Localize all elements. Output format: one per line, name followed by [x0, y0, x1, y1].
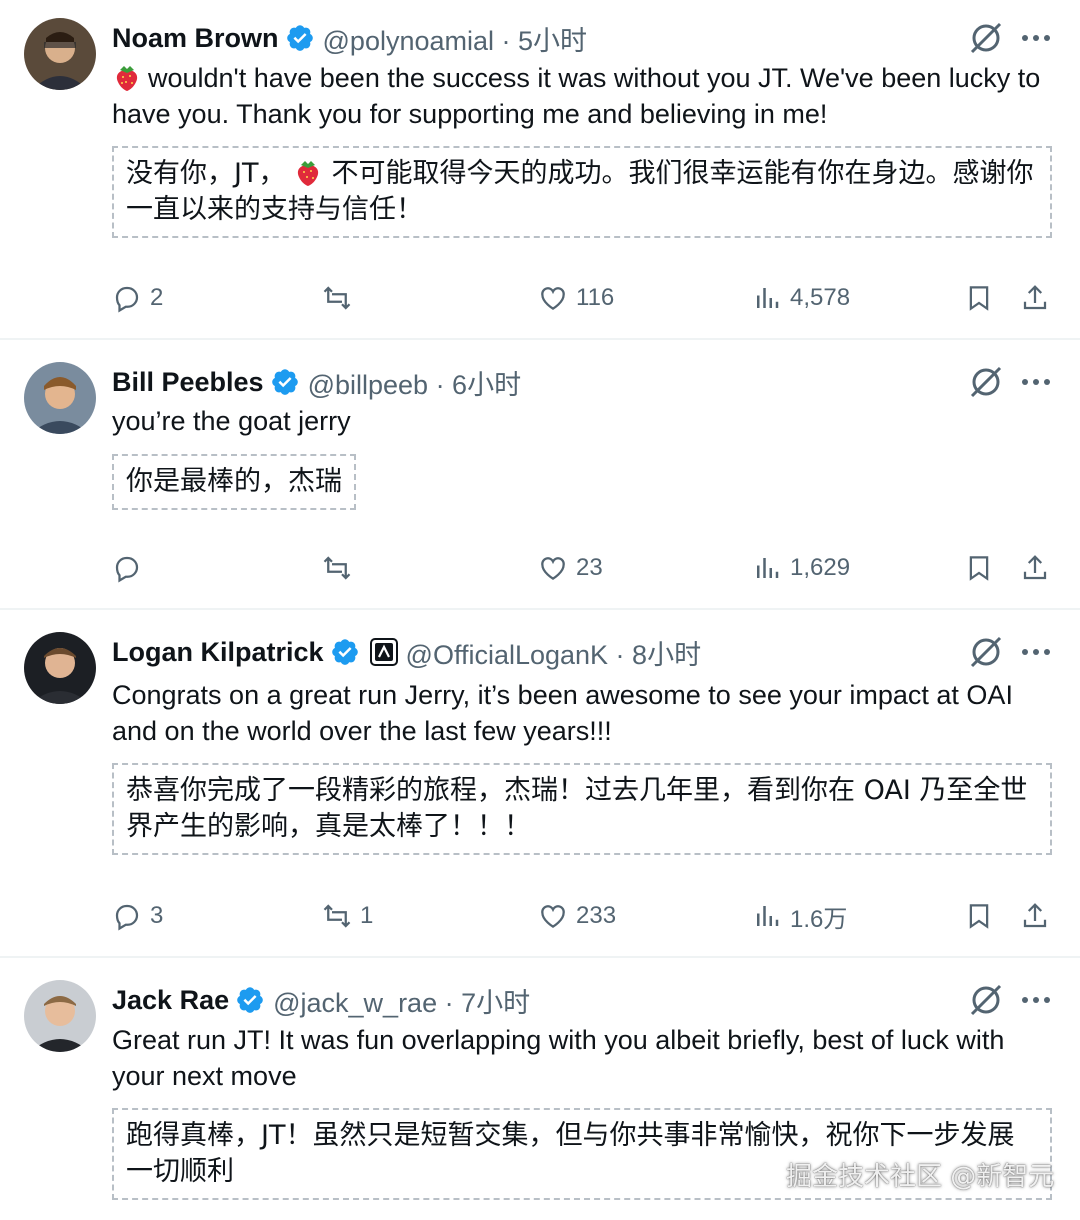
tweet-text: Great run JT! It was fun overlapping wit…	[112, 1025, 1005, 1091]
views-icon	[757, 288, 779, 308]
author-handle[interactable]: @billpeeb · 6小时	[308, 363, 522, 402]
tweet-text: you’re the goat jerry	[112, 406, 351, 436]
like-count: 116	[576, 284, 615, 311]
share-icon	[1023, 555, 1047, 580]
reply-count: 2	[150, 284, 164, 311]
tweet-text-body: wouldn't have been the success it was wi…	[112, 63, 1041, 129]
reply-button[interactable]: 3	[112, 896, 163, 936]
verified-badge-icon	[270, 367, 300, 397]
avatar[interactable]	[24, 980, 96, 1052]
more-options-icon[interactable]	[1016, 362, 1056, 402]
grok-icon[interactable]	[966, 362, 1006, 402]
views-button[interactable]: 4,578	[752, 278, 850, 318]
views-button[interactable]: 1.6万	[752, 896, 847, 936]
watermark: 掘金技术社区 @新智元	[786, 1162, 1055, 1192]
bookmark-button[interactable]	[964, 278, 994, 318]
like-button[interactable]: 23	[538, 548, 603, 588]
bookmark-icon	[969, 556, 989, 581]
share-icon	[1023, 285, 1047, 310]
view-count: 4,578	[790, 284, 851, 311]
author-handle[interactable]: @polynoamial · 5小时	[323, 19, 588, 58]
reply-count: 3	[150, 902, 164, 929]
reply-button[interactable]: 2	[112, 278, 163, 318]
verified-badge-icon	[330, 637, 360, 667]
action-bar: 2 116 4,578	[112, 278, 1056, 318]
avatar[interactable]	[24, 18, 96, 90]
translation-box: 你是最棒的，杰瑞	[112, 454, 356, 510]
bookmark-icon	[969, 904, 989, 929]
bookmark-button[interactable]	[964, 896, 994, 936]
author-name[interactable]: Jack Rae	[112, 985, 229, 1016]
translation-box: 没有你，JT， 不可能取得今天的成功。我们很幸运能有你在身边。感谢你一直以来的支持…	[112, 146, 1052, 238]
verified-badge-icon	[285, 23, 315, 53]
affiliate-badge-icon[interactable]	[369, 638, 398, 666]
divider	[0, 608, 1080, 610]
retweet-icon	[323, 286, 351, 310]
more-options-icon[interactable]	[1016, 632, 1056, 672]
avatar[interactable]	[24, 362, 96, 434]
retweet-icon	[323, 904, 351, 928]
author-handle[interactable]: @OfficialLoganK · 8小时	[406, 633, 702, 672]
verified-badge-icon	[235, 985, 265, 1015]
reply-icon	[115, 904, 139, 931]
translation-text-pre: 没有你，JT，	[126, 158, 286, 189]
strawberry-icon	[112, 62, 142, 92]
grok-icon[interactable]	[966, 980, 1006, 1020]
views-icon	[757, 906, 779, 926]
share-button[interactable]	[1020, 278, 1050, 318]
retweet-button[interactable]: 1	[322, 896, 373, 936]
like-button[interactable]: 116	[538, 278, 614, 318]
tweet-text: wouldn't have been the success it was wi…	[112, 60, 1052, 132]
views-icon	[757, 558, 779, 578]
view-count: 1,629	[790, 554, 851, 581]
bookmark-icon	[969, 286, 989, 311]
author-name[interactable]: Bill Peebles	[112, 367, 264, 398]
heart-icon	[541, 557, 565, 580]
reply-button[interactable]	[112, 548, 150, 588]
action-bar: 23 1,629	[112, 548, 1056, 588]
avatar[interactable]	[24, 632, 96, 704]
share-button[interactable]	[1020, 896, 1050, 936]
grok-icon[interactable]	[966, 632, 1006, 672]
author-name[interactable]: Noam Brown	[112, 23, 279, 54]
reply-icon	[115, 556, 139, 583]
grok-icon[interactable]	[966, 18, 1006, 58]
share-button[interactable]	[1020, 548, 1050, 588]
tweet-text: Congrats on a great run Jerry, it’s been…	[112, 680, 1013, 746]
like-count: 23	[576, 554, 603, 581]
bookmark-button[interactable]	[964, 548, 994, 588]
divider	[0, 956, 1080, 958]
view-count: 1.6万	[790, 905, 848, 933]
action-bar: 3 1 233 1.6万	[112, 896, 1056, 936]
author-name[interactable]: Logan Kilpatrick	[112, 637, 324, 668]
more-options-icon[interactable]	[1016, 980, 1056, 1020]
retweet-button[interactable]	[322, 548, 360, 588]
retweet-icon	[323, 556, 351, 580]
retweet-button[interactable]	[322, 278, 360, 318]
author-handle[interactable]: @jack_w_rae · 7小时	[273, 981, 530, 1020]
views-button[interactable]: 1,629	[752, 548, 850, 588]
strawberry-icon	[293, 157, 323, 187]
share-icon	[1023, 903, 1047, 928]
reply-icon	[115, 286, 139, 313]
translation-box: 恭喜你完成了一段精彩的旅程，杰瑞！过去几年里，看到你在 OAI 乃至全世界产生的…	[112, 763, 1052, 855]
heart-icon	[541, 287, 565, 310]
retweet-count: 1	[360, 902, 374, 929]
like-count: 233	[576, 902, 617, 929]
more-options-icon[interactable]	[1016, 18, 1056, 58]
like-button[interactable]: 233	[538, 896, 616, 936]
divider	[0, 338, 1080, 340]
heart-icon	[541, 905, 565, 928]
